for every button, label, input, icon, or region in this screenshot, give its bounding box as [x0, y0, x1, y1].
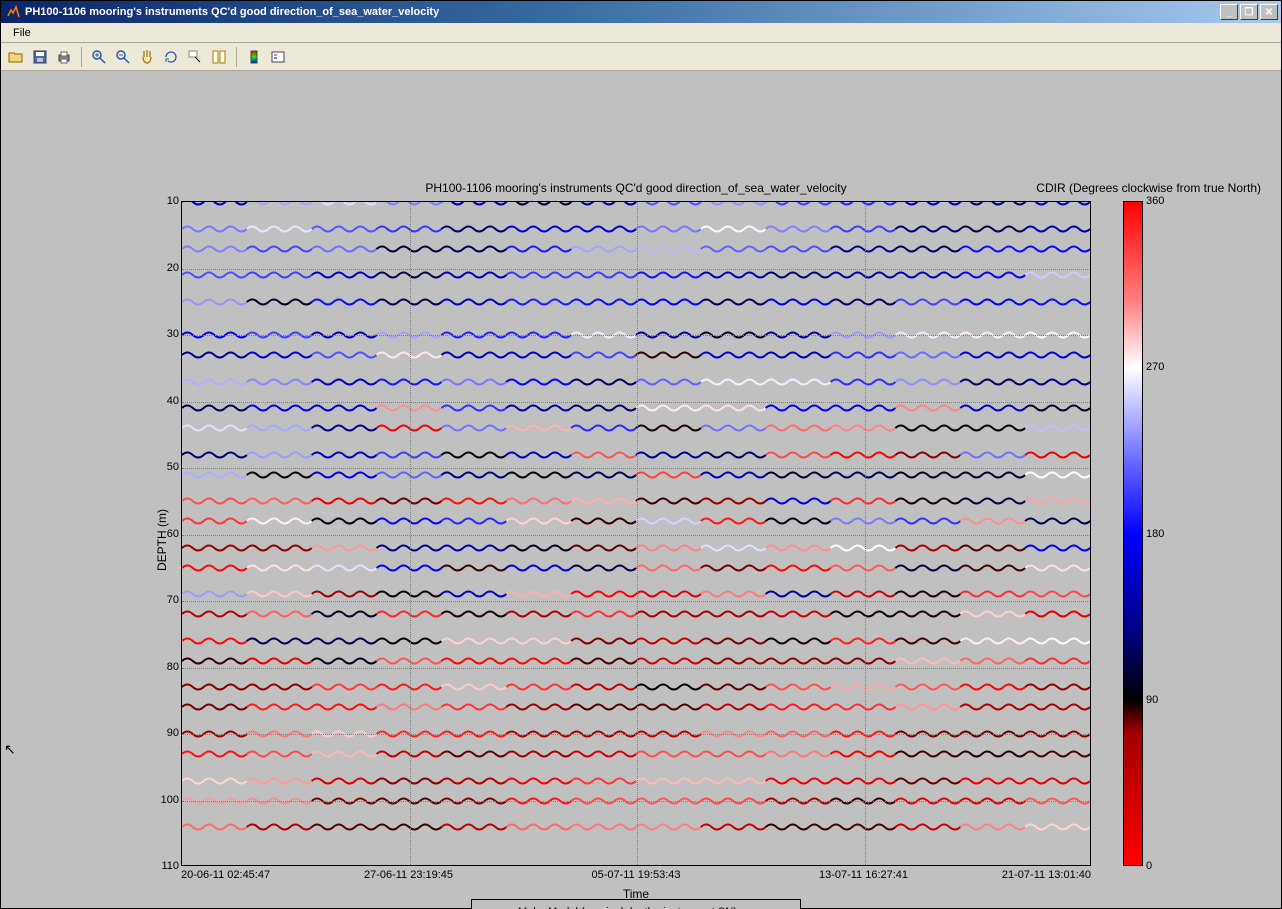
cursor-icon: ↖: [4, 741, 16, 758]
depth-trace: [182, 700, 1090, 714]
colorbar-title: CDIR (Degrees clockwise from true North): [1036, 181, 1261, 195]
y-tick-label: 90: [151, 727, 179, 739]
y-tick-label: 110: [151, 860, 179, 872]
data-cursor-icon[interactable]: [184, 46, 206, 68]
toolbar: [1, 43, 1281, 71]
depth-trace: [182, 295, 1090, 309]
chart-title: PH100-1106 mooring's instruments QC'd go…: [181, 181, 1091, 195]
open-icon[interactable]: [5, 46, 27, 68]
depth-trace: [182, 421, 1090, 435]
pan-icon[interactable]: [136, 46, 158, 68]
toolbar-separator: [81, 47, 82, 67]
maximize-button[interactable]: ❐: [1240, 4, 1258, 20]
x-tick-label: 05-07-11 19:53:43: [591, 869, 680, 881]
y-tick-label: 10: [151, 195, 179, 207]
y-tick-label: 30: [151, 328, 179, 340]
app-window: PH100-1106 mooring's instruments QC'd go…: [0, 0, 1282, 909]
colorbar[interactable]: [1123, 201, 1143, 866]
depth-trace: [182, 654, 1090, 668]
legend-icon[interactable]: [267, 46, 289, 68]
colorbar-icon[interactable]: [243, 46, 265, 68]
depth-trace: [182, 680, 1090, 694]
y-tick-label: 20: [151, 262, 179, 274]
depth-trace: [182, 242, 1090, 256]
x-axis-ticks: 20-06-11 02:45:47 27-06-11 23:19:45 05-07-…: [181, 869, 1091, 883]
colorbar-tick-label: 180: [1146, 528, 1164, 540]
x-tick-label: 27-06-11 23:19:45: [364, 869, 453, 881]
depth-trace: [182, 401, 1090, 415]
depth-trace: [182, 774, 1090, 788]
close-button[interactable]: ✕: [1260, 4, 1278, 20]
zoom-in-icon[interactable]: [88, 46, 110, 68]
legend-box[interactable]: Make Model (nominal depth - instrument S…: [471, 899, 801, 909]
y-tick-label: 100: [151, 794, 179, 806]
data-trace-layer: [182, 202, 1090, 865]
depth-trace: [182, 494, 1090, 508]
x-tick-label: 21-07-11 13:01:40: [1002, 869, 1091, 881]
depth-trace: [182, 375, 1090, 389]
depth-trace: [182, 448, 1090, 462]
rotate-icon[interactable]: [160, 46, 182, 68]
depth-trace: [182, 514, 1090, 528]
colorbar-tick-label: 90: [1146, 694, 1158, 706]
legend-entry-line: Make Model (nominal depth - instrument S…: [480, 904, 792, 909]
save-icon[interactable]: [29, 46, 51, 68]
depth-trace: [182, 634, 1090, 648]
depth-trace: [182, 747, 1090, 761]
colorbar-tick-label: 0: [1146, 860, 1152, 872]
y-tick-label: 50: [151, 461, 179, 473]
plot-axes[interactable]: [181, 201, 1091, 866]
minimize-button[interactable]: _: [1220, 4, 1238, 20]
toolbar-separator: [236, 47, 237, 67]
x-tick-label: 20-06-11 02:45:47: [181, 869, 270, 881]
colorbar-ticks: 090180270360: [1146, 201, 1176, 866]
window-title: PH100-1106 mooring's instruments QC'd go…: [25, 6, 439, 18]
colorbar-tick-label: 360: [1146, 195, 1164, 207]
depth-trace: [182, 268, 1090, 282]
menu-bar: File: [1, 23, 1281, 43]
y-tick-label: 80: [151, 661, 179, 673]
print-icon[interactable]: [53, 46, 75, 68]
window-controls: _ ❐ ✕: [1220, 4, 1281, 20]
depth-trace: [182, 587, 1090, 601]
y-tick-label: 70: [151, 594, 179, 606]
depth-trace: [182, 607, 1090, 621]
depth-trace: [182, 820, 1090, 834]
depth-trace: [182, 348, 1090, 362]
depth-trace: [182, 468, 1090, 482]
zoom-out-icon[interactable]: [112, 46, 134, 68]
depth-trace: [182, 561, 1090, 575]
depth-trace: [182, 541, 1090, 555]
depth-trace: [182, 201, 1090, 209]
colorbar-tick-label: 270: [1146, 361, 1164, 373]
matlab-icon: [5, 4, 21, 20]
link-icon[interactable]: [208, 46, 230, 68]
x-tick-label: 13-07-11 16:27:41: [819, 869, 908, 881]
y-tick-label: 60: [151, 528, 179, 540]
figure-canvas[interactable]: PH100-1106 mooring's instruments QC'd go…: [1, 71, 1281, 908]
menu-file[interactable]: File: [5, 25, 39, 41]
y-tick-label: 40: [151, 395, 179, 407]
y-axis-ticks: 102030405060708090100110: [151, 201, 179, 866]
title-bar[interactable]: PH100-1106 mooring's instruments QC'd go…: [1, 1, 1281, 23]
depth-trace: [182, 222, 1090, 236]
